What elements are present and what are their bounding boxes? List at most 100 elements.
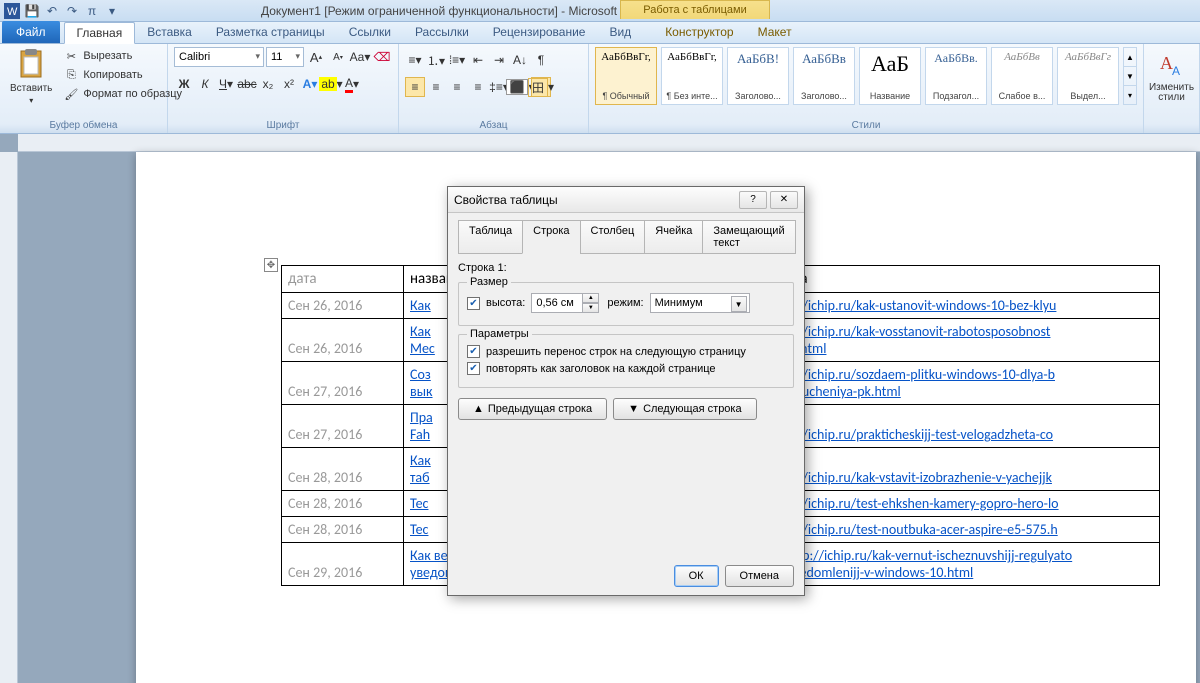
styles-gallery[interactable]: АаБбВвГг,¶ ОбычныйАаБбВвГг,¶ Без инте...… [595, 47, 1137, 118]
dlg-tab-cell[interactable]: Ячейка [644, 220, 703, 254]
tab-page-layout[interactable]: Разметка страницы [204, 21, 337, 43]
group-styles: АаБбВвГг,¶ ОбычныйАаБбВвГг,¶ Без инте...… [589, 44, 1144, 133]
bullets-icon[interactable]: ≡▾ [405, 50, 425, 70]
paste-button[interactable]: Вставить ▾ [6, 47, 56, 107]
dlg-tab-alt[interactable]: Замещающий текст [702, 220, 795, 254]
cut-button[interactable]: ✂Вырезать [60, 47, 185, 65]
strike-button[interactable]: abc [237, 74, 257, 94]
prev-row-button[interactable]: ▲Предыдущая строка [458, 398, 607, 420]
style-item[interactable]: АаБбВв.Подзагол... [925, 47, 987, 105]
quick-access-toolbar: W 💾 ↶ ↷ π ▾ [3, 2, 121, 20]
repeat-header-checkbox[interactable]: ✔ [467, 362, 480, 375]
indent-dec-icon[interactable]: ⇤ [468, 50, 488, 70]
align-justify-icon[interactable]: ≡ [468, 77, 488, 97]
font-color-icon[interactable]: A▾ [342, 74, 362, 94]
superscript-button[interactable]: x² [279, 74, 299, 94]
mode-select[interactable]: Минимум▼ [650, 293, 750, 313]
ruler-horizontal[interactable] [18, 134, 1200, 152]
paste-dropdown-icon: ▾ [29, 96, 33, 105]
pi-icon[interactable]: π [83, 2, 101, 20]
text-effects-icon[interactable]: A▾ [300, 74, 320, 94]
next-row-button[interactable]: ▼Следующая строка [613, 398, 756, 420]
indent-inc-icon[interactable]: ⇥ [489, 50, 509, 70]
style-item[interactable]: АаБбВвГгВыдел... [1057, 47, 1119, 105]
tab-home[interactable]: Главная [64, 22, 136, 44]
subscript-button[interactable]: x₂ [258, 74, 278, 94]
group-label-paragraph: Абзац [405, 118, 582, 133]
ribbon-tabs: Файл Главная Вставка Разметка страницы С… [0, 22, 1200, 44]
repeat-header-label: повторять как заголовок на каждой страни… [486, 363, 716, 375]
font-size-combo[interactable]: 11 [266, 47, 304, 67]
col-date[interactable]: дата [282, 266, 404, 293]
borders-icon[interactable]: 田▾ [531, 77, 551, 97]
group-clipboard: Вставить ▾ ✂Вырезать ⎘Копировать 🖌Формат… [0, 44, 168, 133]
spin-up-icon[interactable]: ▲ [583, 293, 599, 303]
change-styles-button[interactable]: AA Изменить стили [1150, 47, 1193, 105]
ribbon: Вставить ▾ ✂Вырезать ⎘Копировать 🖌Формат… [0, 44, 1200, 134]
ruler-vertical[interactable] [0, 152, 18, 683]
ok-button[interactable]: ОК [674, 565, 719, 587]
style-item[interactable]: АаБбВвГг,¶ Обычный [595, 47, 657, 105]
scissors-icon: ✂ [63, 48, 79, 64]
triangle-up-icon: ▲ [473, 403, 484, 415]
close-button[interactable]: ✕ [770, 191, 798, 209]
italic-button[interactable]: К [195, 74, 215, 94]
paste-label: Вставить [10, 83, 52, 94]
word-icon: W [3, 2, 21, 20]
table-anchor-icon[interactable]: ✥ [264, 258, 278, 272]
shrink-font-icon[interactable]: A▾ [328, 47, 348, 67]
bold-button[interactable]: Ж [174, 74, 194, 94]
change-case-icon[interactable]: Aa▾ [350, 47, 370, 67]
title-bar: W 💾 ↶ ↷ π ▾ Документ1 [Режим ограниченно… [0, 0, 1200, 22]
change-styles-label: Изменить стили [1149, 83, 1194, 103]
align-center-icon[interactable]: ≡ [426, 77, 446, 97]
height-spinner[interactable]: ▲▼ [531, 293, 601, 313]
style-item[interactable]: АаБбВвГг,¶ Без инте... [661, 47, 723, 105]
group-paragraph: ≡▾ ⒈▾ ⁞≡▾ ⇤ ⇥ A↓ ¶ ≡ ≡ ≡ ≡ ‡≡▾ ⬛▾ 田▾ Абз… [399, 44, 589, 133]
styles-more[interactable]: ▲▼▾ [1123, 47, 1137, 105]
format-painter-button[interactable]: 🖌Формат по образцу [60, 85, 185, 103]
dlg-tab-row[interactable]: Строка [522, 220, 580, 254]
tab-file[interactable]: Файл [2, 21, 60, 43]
show-marks-icon[interactable]: ¶ [531, 50, 551, 70]
tab-mailings[interactable]: Рассылки [403, 21, 481, 43]
dlg-tab-table[interactable]: Таблица [458, 220, 523, 254]
copy-button[interactable]: ⎘Копировать [60, 66, 185, 84]
tab-review[interactable]: Рецензирование [481, 21, 598, 43]
numbering-icon[interactable]: ⒈▾ [426, 50, 446, 70]
tab-insert[interactable]: Вставка [135, 21, 204, 43]
qat-more-icon[interactable]: ▾ [103, 2, 121, 20]
style-item[interactable]: АаБНазвание [859, 47, 921, 105]
height-checkbox[interactable]: ✔ [467, 297, 480, 310]
style-item[interactable]: АаБбВ!Заголово... [727, 47, 789, 105]
change-styles-icon: AA [1156, 49, 1188, 81]
allow-break-checkbox[interactable]: ✔ [467, 345, 480, 358]
dlg-tab-column[interactable]: Столбец [580, 220, 646, 254]
font-name-combo[interactable]: Calibri [174, 47, 264, 67]
params-legend: Параметры [467, 328, 532, 340]
redo-icon[interactable]: ↷ [63, 2, 81, 20]
save-icon[interactable]: 💾 [23, 2, 41, 20]
clear-format-icon[interactable]: ⌫ [372, 47, 392, 67]
height-input[interactable] [531, 293, 583, 313]
group-label-clipboard: Буфер обмена [6, 118, 161, 133]
spin-down-icon[interactable]: ▼ [583, 303, 599, 313]
dialog-tabs: Таблица Строка Столбец Ячейка Замещающий… [458, 219, 794, 254]
underline-button[interactable]: Ч▾ [216, 74, 236, 94]
undo-icon[interactable]: ↶ [43, 2, 61, 20]
help-button[interactable]: ? [739, 191, 767, 209]
size-legend: Размер [467, 276, 511, 288]
col-link[interactable]: лка [780, 266, 1160, 293]
cancel-button[interactable]: Отмена [725, 565, 794, 587]
align-left-icon[interactable]: ≡ [405, 77, 425, 97]
dialog-titlebar[interactable]: Свойства таблицы ? ✕ [448, 187, 804, 213]
style-item[interactable]: АаБбВвСлабое в... [991, 47, 1053, 105]
grow-font-icon[interactable]: A▴ [306, 47, 326, 67]
highlight-icon[interactable]: ab▾ [321, 74, 341, 94]
table-tools-context: Работа с таблицами [620, 0, 770, 40]
tab-references[interactable]: Ссылки [337, 21, 403, 43]
style-item[interactable]: АаБбВвЗаголово... [793, 47, 855, 105]
align-right-icon[interactable]: ≡ [447, 77, 467, 97]
sort-icon[interactable]: A↓ [510, 50, 530, 70]
multilevel-icon[interactable]: ⁞≡▾ [447, 50, 467, 70]
